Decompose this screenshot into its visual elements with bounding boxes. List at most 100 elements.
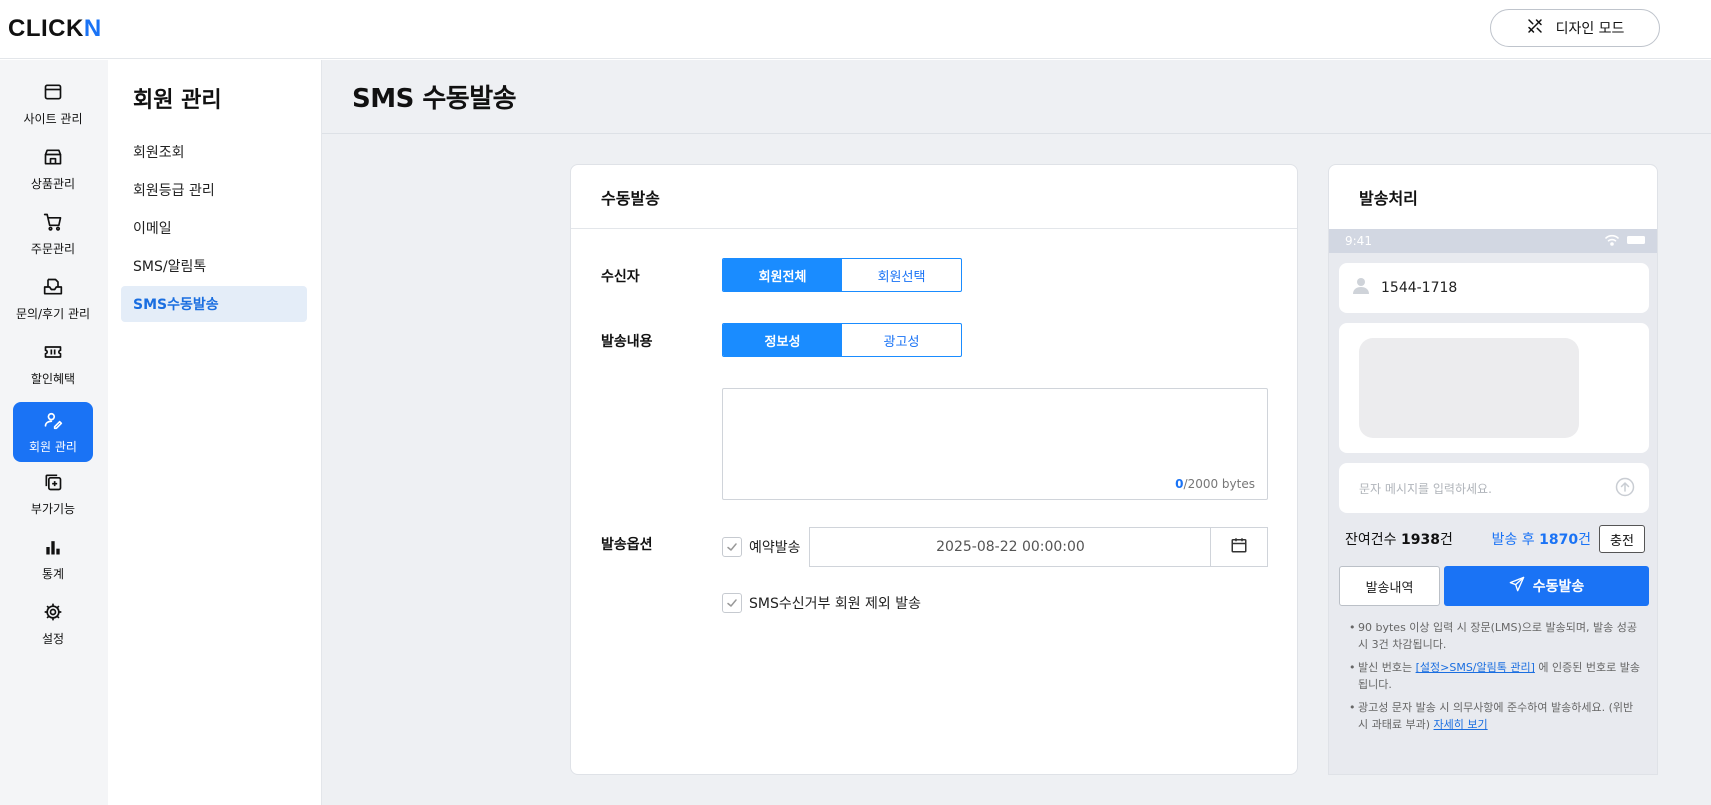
send-arrow-icon [1615, 477, 1635, 500]
subnav-item-sms-alimtalk[interactable]: SMS/알림톡 [121, 248, 307, 284]
logo[interactable]: CLICKN [8, 15, 102, 43]
top-bar: CLICKN 디자인 모드 [0, 0, 1711, 59]
recipient-select-option[interactable]: 회원선택 [842, 259, 961, 291]
sms-settings-link[interactable]: [설정>SMS/알림톡 관리] [1416, 661, 1535, 674]
rail-item-inquiries[interactable]: 문의/후기 관리 [13, 269, 93, 329]
rail-item-members[interactable]: 회원 관리 [13, 402, 93, 462]
recipient-all-option[interactable]: 회원전체 [723, 259, 842, 291]
byte-current: 0 [1175, 477, 1184, 491]
rail-label: 상품관리 [30, 176, 76, 191]
content-type-label: 발송내용 [601, 334, 653, 350]
rail-label: 통계 [41, 566, 65, 581]
rail-item-products[interactable]: 상품관리 [13, 139, 93, 199]
manual-send-label: 수동발송 [1532, 579, 1585, 595]
ticket-icon [43, 342, 63, 365]
subnav-item-email[interactable]: 이메일 [121, 210, 307, 246]
page-header: SMS 수동발송 [322, 60, 1711, 134]
message-textarea[interactable]: 0/2000 bytes [722, 388, 1268, 500]
sub-navigation: 회원 관리 회원조회 회원등급 관리 이메일 SMS/알림톡 SMS수동발송 [108, 60, 322, 805]
rail-label: 문의/후기 관리 [15, 306, 91, 321]
manual-send-button[interactable]: 수동발송 [1444, 566, 1649, 606]
store-icon [43, 147, 63, 170]
message-input-placeholder: 문자 메시지를 입력하세요. [1359, 481, 1492, 496]
logo-text: CLICK [8, 15, 84, 42]
status-icons [1605, 234, 1647, 249]
rail-item-site[interactable]: 사이트 관리 [13, 74, 93, 134]
rail-item-stats[interactable]: 통계 [13, 529, 93, 589]
rail-label: 사이트 관리 [23, 111, 83, 126]
phone-preview: 9:41 1544-1718 문자 메시지를 입력하세요. 잔여건수 1938건… [1329, 229, 1657, 774]
rail-label: 설정 [41, 631, 65, 646]
main-content: SMS 수동발송 수동발송 수신자 회원전체 회원선택 발송내용 정보성 광고성… [322, 60, 1711, 805]
send-history-button[interactable]: 발송내역 [1339, 566, 1440, 606]
person-icon [1353, 277, 1369, 299]
calendar-button[interactable] [1210, 527, 1268, 567]
gear-icon [43, 602, 63, 625]
content-type-segmented-control: 정보성 광고성 [722, 323, 962, 357]
reserve-send-checkbox[interactable] [722, 537, 742, 557]
reserve-send-label: 예약발송 [749, 540, 801, 556]
subnav-item-member-grade[interactable]: 회원등급 관리 [121, 172, 307, 208]
check-icon [726, 538, 738, 557]
battery-icon [1627, 234, 1647, 248]
after-send-count: 발송 후 1870건 [1492, 529, 1591, 549]
logo-accent: N [83, 15, 102, 42]
rail-item-orders[interactable]: 주문관리 [13, 204, 93, 264]
informational-option[interactable]: 정보성 [723, 324, 842, 356]
calendar-icon [1230, 536, 1248, 558]
after-number: 1870 [1539, 532, 1579, 548]
remaining-suffix: 건 [1439, 532, 1453, 548]
remaining-prefix: 잔여건수 [1345, 532, 1401, 548]
cart-icon [43, 212, 63, 235]
learn-more-link[interactable]: 자세히 보기 [1434, 718, 1488, 731]
design-mode-button[interactable]: 디자인 모드 [1490, 9, 1660, 47]
manual-send-card: 수동발송 수신자 회원전체 회원선택 발송내용 정보성 광고성 0/2000 b… [570, 164, 1298, 775]
sender-number: 1544-1718 [1381, 280, 1458, 296]
rail-label: 부가기능 [30, 501, 76, 516]
message-input-preview[interactable]: 문자 메시지를 입력하세요. [1339, 463, 1649, 513]
status-time: 9:41 [1345, 234, 1372, 248]
wifi-icon [1605, 234, 1619, 249]
rail-item-addons[interactable]: 부가기능 [13, 464, 93, 524]
design-mode-label: 디자인 모드 [1555, 21, 1625, 37]
rail-label: 할인혜택 [30, 371, 76, 386]
after-prefix: 발송 후 [1491, 532, 1540, 548]
phone-status-bar: 9:41 [1329, 229, 1657, 253]
subnav-title: 회원 관리 [133, 88, 222, 113]
advertising-option[interactable]: 광고성 [842, 324, 961, 356]
page-title: SMS 수동발송 [352, 84, 517, 114]
recipient-segmented-control: 회원전체 회원선택 [722, 258, 962, 292]
rail-item-settings[interactable]: 설정 [13, 594, 93, 654]
byte-counter: 0/2000 bytes [1175, 477, 1255, 491]
reserve-datetime-input[interactable]: 2025-08-22 00:00:00 [809, 527, 1211, 567]
inbox-icon [43, 277, 63, 300]
paper-plane-icon [1509, 576, 1525, 596]
notice-item: 광고성 문자 발송 시 의무사항에 준수하여 발송하세요. (위반시 과태료 부… [1349, 699, 1641, 733]
add-on-icon [43, 472, 63, 495]
window-icon [43, 82, 63, 105]
exclude-optout-checkbox[interactable] [722, 593, 742, 613]
rail-label: 주문관리 [30, 241, 76, 256]
rail-item-discounts[interactable]: 할인혜택 [13, 334, 93, 394]
sms-balance-row: 잔여건수 1938건 발송 후 1870건 충전 [1345, 525, 1645, 553]
remaining-number: 1938 [1400, 532, 1440, 548]
send-processing-panel: 발송처리 9:41 1544-1718 문자 메시지를 입력하세요. 잔여건수 … [1328, 164, 1658, 775]
subnav-item-member-search[interactable]: 회원조회 [121, 134, 307, 170]
message-bubble [1359, 338, 1579, 438]
notice-text: 광고성 문자 발송 시 의무사항에 준수하여 발송하세요. (위반시 과태료 부… [1358, 701, 1634, 731]
send-options-label: 발송옵션 [601, 537, 653, 553]
panel-title: 발송처리 [1359, 189, 1418, 208]
notice-text: 발신 번호는 [1358, 661, 1416, 674]
design-tools-icon [1526, 17, 1544, 39]
subnav-item-sms-manual[interactable]: SMS수동발송 [121, 286, 307, 322]
check-icon [726, 594, 738, 613]
charge-button[interactable]: 충전 [1599, 525, 1645, 553]
card-title: 수동발송 [571, 165, 1297, 229]
icon-rail: 사이트 관리 상품관리 주문관리 문의/후기 관리 할인혜택 회원 관리 부가기… [0, 60, 108, 805]
sender-contact: 1544-1718 [1339, 263, 1649, 313]
notice-item: 90 bytes 이상 입력 시 장문(LMS)으로 발송되며, 발송 성공 시… [1349, 619, 1641, 653]
bar-chart-icon [43, 537, 63, 560]
user-edit-icon [43, 410, 63, 433]
byte-max: /2000 bytes [1183, 477, 1255, 491]
rail-label: 회원 관리 [29, 439, 77, 454]
